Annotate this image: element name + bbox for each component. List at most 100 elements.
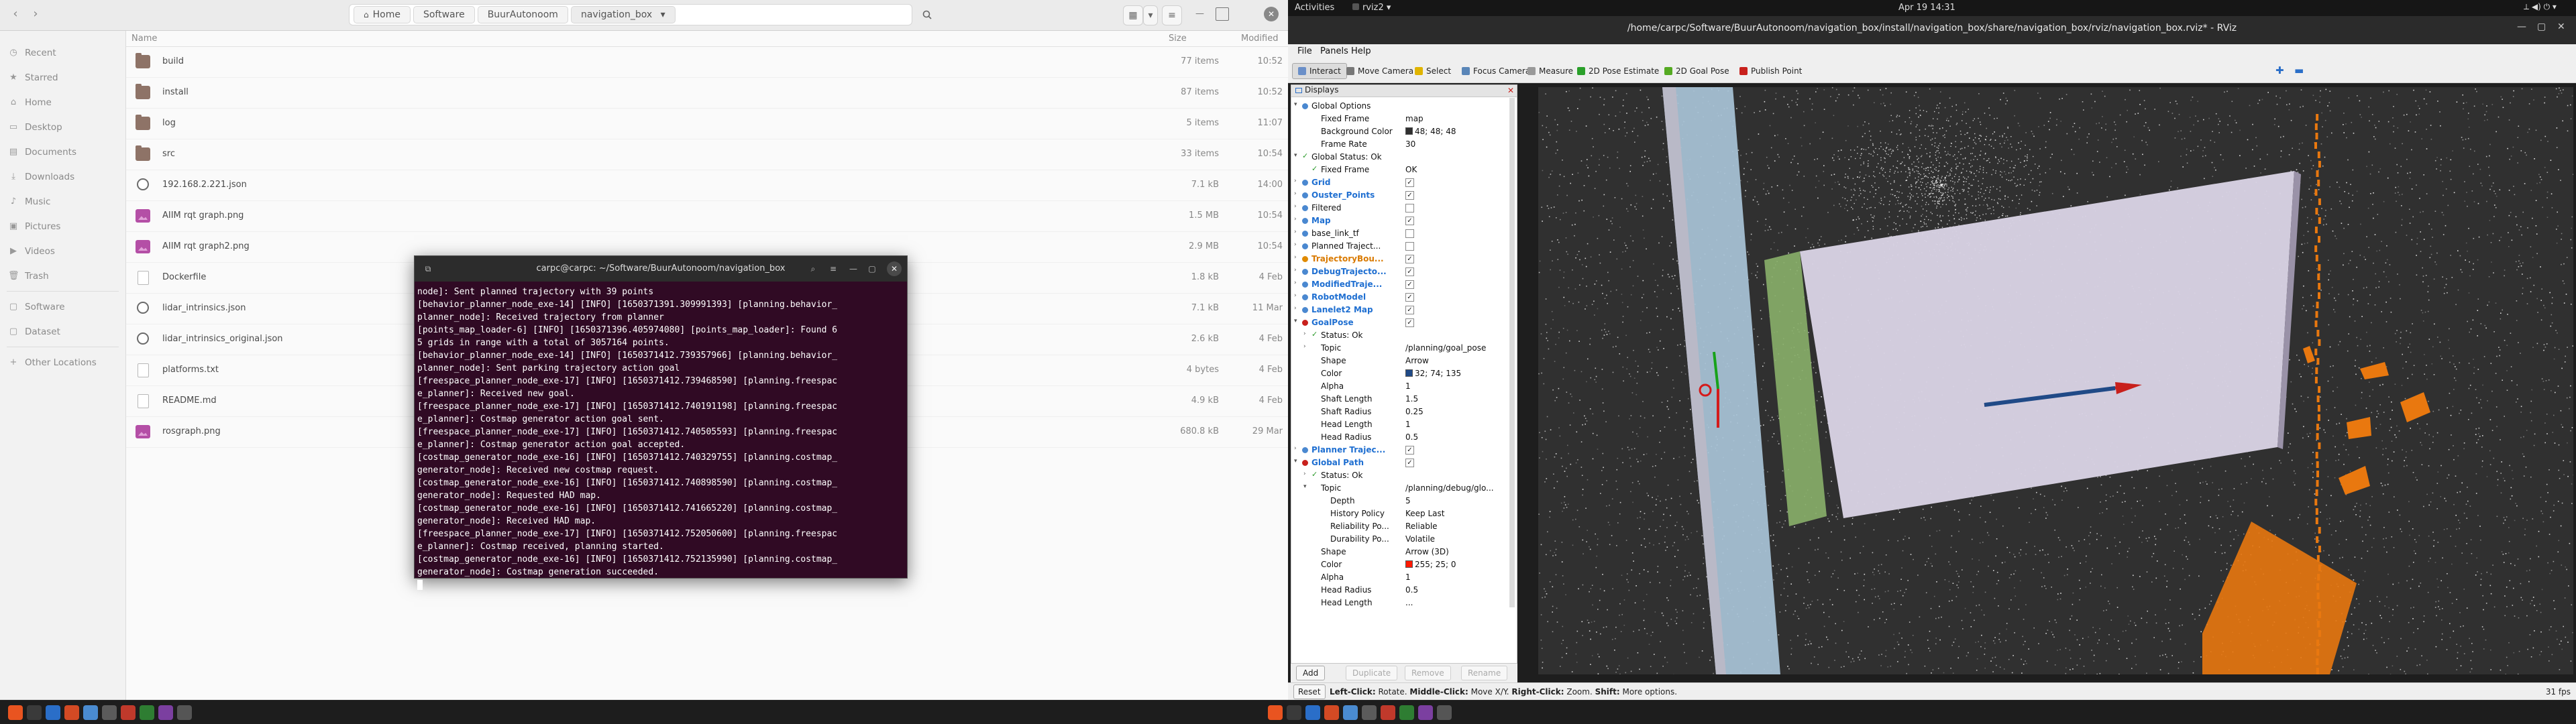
taskbar-app-icon[interactable]	[1437, 705, 1452, 720]
property-value[interactable]: 0.25	[1405, 407, 1424, 416]
display-property[interactable]: Durability Po... Volatile	[1291, 533, 1510, 546]
column-size[interactable]: Size	[1169, 34, 1187, 44]
display-item[interactable]: › Planner Trajec... ✓	[1291, 444, 1510, 457]
display-property[interactable]: Shape Arrow (3D)	[1291, 546, 1510, 558]
enable-checkbox[interactable]: ✓	[1405, 217, 1414, 225]
property-value[interactable]: 48; 48; 48	[1405, 127, 1456, 136]
display-item[interactable]: ▾ Global Path ✓	[1291, 457, 1510, 469]
sidebar-item-documents[interactable]: ▤ Documents	[0, 139, 125, 164]
expand-arrow-icon[interactable]: ›	[1294, 229, 1297, 235]
property-value[interactable]: 0.5	[1405, 585, 1418, 595]
close-button[interactable]: ✕	[1264, 7, 1279, 21]
activities-button[interactable]: Activities	[1295, 3, 1334, 13]
file-row[interactable]: AIIM rqt graph.png 1.5 MB 10:54	[126, 201, 1288, 232]
clock[interactable]: Apr 19 14:31	[1898, 3, 1955, 13]
search-icon[interactable]: ⌕	[806, 262, 820, 276]
duplicate-button[interactable]: Duplicate	[1346, 666, 1398, 680]
expand-arrow-icon[interactable]: ›	[1294, 241, 1297, 248]
sidebar-item-software[interactable]: ▢ Software	[0, 294, 125, 319]
display-item[interactable]: › TrajectoryBou... ✓	[1291, 253, 1510, 265]
taskbar-app-icon[interactable]	[46, 705, 60, 720]
display-property[interactable]: › Topic/planning/goal_pose	[1291, 342, 1510, 355]
taskbar-app-icon[interactable]	[27, 705, 42, 720]
menu-panels[interactable]: Panels	[1320, 46, 1348, 56]
display-property[interactable]: Alpha 1	[1291, 380, 1510, 393]
display-property[interactable]: Shape Arrow	[1291, 355, 1510, 367]
file-row[interactable]: src 33 items 10:54	[126, 139, 1288, 170]
display-item[interactable]: › base_link_tf	[1291, 227, 1510, 240]
view-grid-button[interactable]: ▦	[1123, 5, 1143, 25]
enable-checkbox[interactable]	[1405, 242, 1414, 251]
sidebar-item-pictures[interactable]: ▣ Pictures	[0, 214, 125, 239]
taskbar-app-icon[interactable]	[1305, 705, 1320, 720]
sidebar-item-desktop[interactable]: ▭ Desktop	[0, 115, 125, 139]
display-property[interactable]: Head Length 1	[1291, 418, 1510, 431]
sidebar-item-trash[interactable]: 🗑 Trash	[0, 263, 125, 288]
property-value[interactable]: /planning/debug/glo...	[1405, 483, 1494, 493]
display-property[interactable]: Reliability Po... Reliable	[1291, 520, 1510, 533]
breadcrumb-software[interactable]: Software	[413, 6, 475, 23]
property-value[interactable]: 5	[1405, 496, 1411, 505]
expand-arrow-icon[interactable]: ▾	[1294, 318, 1297, 324]
display-property[interactable]: Background Color 48; 48; 48	[1291, 125, 1510, 138]
enable-checkbox[interactable]	[1405, 204, 1414, 213]
property-value[interactable]: 32; 74; 135	[1405, 369, 1461, 378]
expand-arrow-icon[interactable]: ›	[1294, 254, 1297, 261]
maximize-button[interactable]: ▢	[2537, 21, 2546, 32]
property-value[interactable]: 255; 25; 0	[1405, 560, 1456, 569]
property-value[interactable]: Volatile	[1405, 534, 1435, 544]
property-value[interactable]: Reliable	[1405, 522, 1438, 531]
display-item[interactable]: › Grid ✓	[1291, 176, 1510, 189]
taskbar-app-icon[interactable]	[158, 705, 173, 720]
close-panel-icon[interactable]: ✕	[1507, 86, 1514, 95]
taskbar-app-icon[interactable]	[177, 705, 192, 720]
display-property[interactable]: Depth 5	[1291, 495, 1510, 507]
expand-arrow-icon[interactable]: ›	[1294, 292, 1297, 299]
display-item[interactable]: ▾ Global Options	[1291, 100, 1510, 113]
close-button[interactable]: ✕	[2557, 21, 2565, 32]
close-button[interactable]: ✕	[887, 261, 902, 276]
expand-arrow-icon[interactable]: ›	[1303, 330, 1306, 337]
sidebar-item-home[interactable]: ⌂ Home	[0, 90, 125, 115]
taskbar-app-icon[interactable]	[1399, 705, 1414, 720]
enable-checkbox[interactable]: ✓	[1405, 306, 1414, 314]
minimize-button[interactable]: —	[2517, 21, 2526, 32]
tool-move-camera[interactable]: Move Camera	[1340, 63, 1419, 79]
property-value[interactable]: 1	[1405, 381, 1411, 391]
terminal-output[interactable]: node]: Sent planned trajectory with 39 p…	[415, 286, 907, 591]
display-item[interactable]: › Ouster_Points ✓	[1291, 189, 1510, 202]
add-button[interactable]: Add	[1296, 666, 1326, 680]
tool-publish-point[interactable]: Publish Point	[1733, 63, 1808, 79]
expand-arrow-icon[interactable]: ›	[1303, 343, 1306, 350]
maximize-button[interactable]: ▢	[865, 262, 879, 276]
display-property[interactable]: › ✓ Status: Ok	[1291, 469, 1510, 482]
property-value[interactable]: 1	[1405, 420, 1411, 429]
taskbar-app-icon[interactable]	[8, 705, 23, 720]
back-button[interactable]: ‹	[5, 5, 25, 25]
menu-button[interactable]: ≡	[1162, 5, 1182, 25]
expand-arrow-icon[interactable]: ›	[1294, 190, 1297, 197]
enable-checkbox[interactable]: ✓	[1405, 446, 1414, 455]
file-row[interactable]: log 5 items 11:07	[126, 109, 1288, 139]
expand-arrow-icon[interactable]: ▾	[1294, 101, 1297, 108]
sidebar-item-recent[interactable]: ◷ Recent	[0, 40, 125, 65]
menu-help[interactable]: Help	[1351, 46, 1371, 56]
display-property[interactable]: Frame Rate 30	[1291, 138, 1510, 151]
display-item[interactable]: ▾ GoalPose ✓	[1291, 316, 1510, 329]
display-property[interactable]: History Policy Keep Last	[1291, 507, 1510, 520]
enable-checkbox[interactable]: ✓	[1405, 293, 1414, 302]
property-value[interactable]: Arrow	[1405, 356, 1429, 365]
view-options-button[interactable]: ▾	[1143, 5, 1158, 25]
minimize-button[interactable]: —	[847, 262, 860, 276]
breadcrumb-navigation-box[interactable]: navigation_box ▾	[570, 6, 676, 23]
displays-scrollbar[interactable]	[1509, 98, 1515, 607]
expand-arrow-icon[interactable]: ▾	[1294, 458, 1297, 465]
tool-2d-goal-pose[interactable]: 2D Goal Pose	[1658, 63, 1735, 79]
display-property[interactable]: ▾ Topic/planning/debug/glo...	[1291, 482, 1510, 495]
breadcrumb-buurautonoom[interactable]: BuurAutonoom	[477, 6, 568, 23]
taskbar-app-icon[interactable]	[1381, 705, 1395, 720]
display-property[interactable]: Fixed Frame map	[1291, 113, 1510, 125]
taskbar-app-icon[interactable]	[1287, 705, 1301, 720]
display-property[interactable]: Head Length...	[1291, 597, 1510, 609]
taskbar-app-icon[interactable]	[1418, 705, 1433, 720]
